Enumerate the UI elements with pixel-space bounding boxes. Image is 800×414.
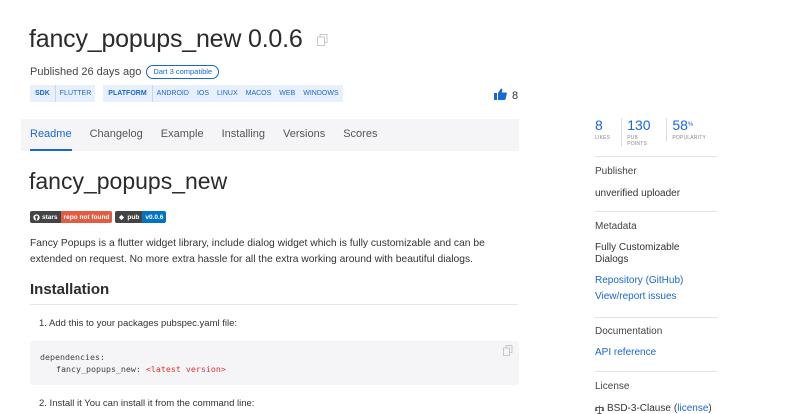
license-value: BSD-3-Clause (license) [595,403,717,414]
score-likes: 8 LIKES [595,117,615,142]
shield-pub-label: pub [127,213,140,221]
tag-web[interactable]: WEB [275,85,299,102]
tab-scores[interactable]: Scores [334,119,386,151]
like-button[interactable]: 8 [494,88,518,103]
documentation-heading: Documentation [595,326,663,337]
tag-macos[interactable]: MACOS [242,85,276,102]
license-heading: License [595,381,630,392]
view-issues-link[interactable]: View/report issues [595,289,717,305]
platform-tag-group: PLATFORM ANDROID IOS LINUX MACOS WEB WIN… [103,85,343,102]
publisher-section: Publisher unverified uploader [595,166,717,200]
sdk-tag-head[interactable]: SDK [30,85,56,102]
published-info: Published 26 days ago Dart 3 compatible [30,65,220,79]
github-icon [33,213,40,221]
code-block: dependencies: fancy_popups_new: <latest … [30,341,519,385]
sidebar-divider [595,211,717,212]
copy-icon[interactable] [316,33,329,46]
dart3-badge[interactable]: Dart 3 compatible [146,65,220,79]
shield-stars-label: stars [42,213,58,221]
score-summary[interactable]: 8 LIKES 130 PUB POINTS 58% POPULARITY [595,118,717,148]
copy-icon[interactable] [503,345,513,359]
platform-tag-head[interactable]: PLATFORM [103,85,153,102]
sidebar-scores: 8 LIKES 130 PUB POINTS 58% POPULARITY [595,118,717,148]
license-link[interactable]: license [677,403,708,414]
score-pub-points-label: PUB POINTS [627,135,648,147]
shield-stars-value: repo not found [60,211,113,223]
sidebar-divider [595,317,717,318]
shield-pub-value: v0.0.6 [142,211,167,223]
published-date: Published 26 days ago [30,66,142,78]
documentation-section: Documentation API reference [595,326,717,361]
tab-readme[interactable]: Readme [21,119,81,151]
code-line-1: dependencies: [40,352,105,362]
code-value: <latest version> [145,364,226,374]
score-popularity: 58% POPULARITY [666,118,711,141]
repository-link[interactable]: Repository (GitHub) [595,273,717,289]
installation-heading: Installation [30,281,518,305]
tab-changelog[interactable]: Changelog [81,119,152,151]
tag-windows[interactable]: WINDOWS [299,85,342,102]
sidebar-divider [595,156,717,157]
code-key: fancy_popups_new: [56,364,146,374]
license-icon [595,405,604,414]
tab-versions[interactable]: Versions [274,119,334,151]
tab-example[interactable]: Example [152,119,213,151]
tab-installing[interactable]: Installing [213,119,274,151]
code-line-2: fancy_popups_new: <latest version> [40,363,509,375]
tag-ios[interactable]: IOS [193,85,213,102]
tags-row: SDK FLUTTER PLATFORM ANDROID IOS LINUX M… [30,85,351,102]
pub-version-shield[interactable]: pub v0.0.6 [115,211,167,223]
readme-description: Fancy Popups is a flutter widget library… [30,238,485,265]
readme-title: fancy_popups_new [29,168,228,194]
tag-flutter[interactable]: FLUTTER [56,85,96,102]
metadata-description: Fully Customizable Dialogs [595,242,680,265]
github-stars-shield[interactable]: stars repo not found [30,211,113,223]
publisher-value: unverified uploader [595,188,681,199]
thumbs-up-icon [494,88,512,103]
package-title: fancy_popups_new 0.0.6 [29,25,303,53]
install-step-1: 1. Add this to your packages pubspec.yam… [39,318,238,329]
sidebar-divider [595,371,717,372]
score-popularity-label: POPULARITY [672,135,706,141]
readme-shields: stars repo not found pub v0.0.6 [30,211,169,223]
package-header: fancy_popups_new 0.0.6 [29,25,329,54]
score-likes-label: LIKES [595,135,611,141]
tag-android[interactable]: ANDROID [153,85,193,102]
tag-linux[interactable]: LINUX [213,85,242,102]
publisher-heading: Publisher [595,166,637,177]
score-pub-points-value: 130 [627,117,651,133]
install-step-2: 2. Install it You can install it from th… [39,398,255,409]
metadata-heading: Metadata [595,221,637,232]
license-section: License BSD-3-Clause (license) [595,381,717,414]
pub-icon [119,214,125,220]
likes-count: 8 [512,89,519,102]
license-name: BSD-3-Clause [607,403,671,414]
score-pub-points: 130 PUB POINTS [621,118,660,147]
sdk-tag-group: SDK FLUTTER [30,85,96,102]
metadata-section: Metadata Fully Customizable Dialogs Repo… [595,221,717,305]
api-reference-link[interactable]: API reference [595,345,717,361]
score-likes-value: 8 [595,117,603,133]
score-popularity-value: 58% [672,117,694,133]
detail-tabs: Readme Changelog Example Installing Vers… [21,119,519,151]
